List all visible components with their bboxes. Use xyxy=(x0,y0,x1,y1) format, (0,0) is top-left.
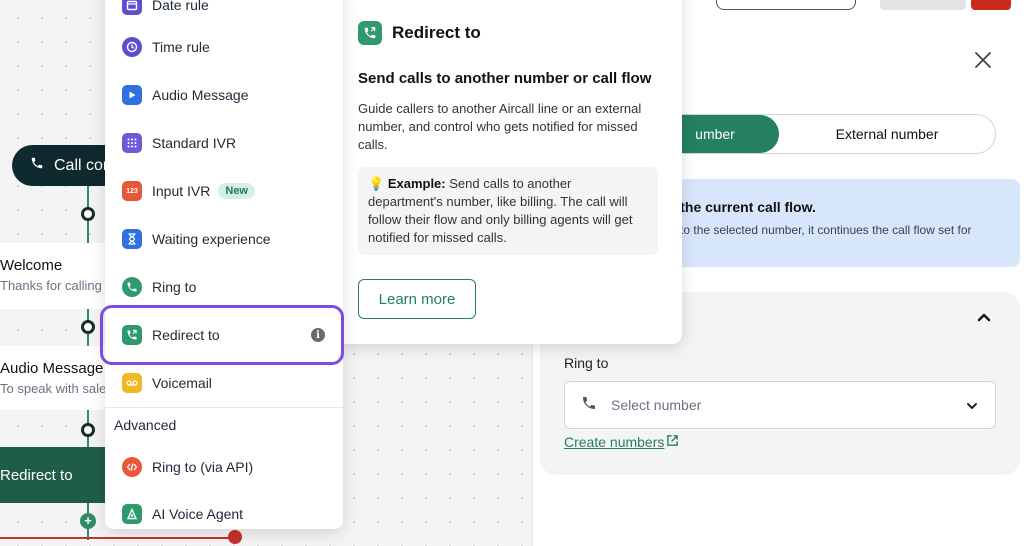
menu-item-voicemail[interactable]: Voicemail xyxy=(105,363,343,403)
info-banner: ds the current call flow. ent to the sel… xyxy=(650,179,1020,267)
phone-icon xyxy=(30,156,44,175)
popover-title-text: Redirect to xyxy=(392,23,481,42)
input-123-icon: 123 xyxy=(122,181,142,201)
redirect-info-popover: Redirect to Send calls to another number… xyxy=(335,0,682,344)
flow-node-welcome[interactable]: Welcome Thanks for calling xyxy=(0,243,110,309)
menu-item-label: AI Voice Agent xyxy=(152,506,244,522)
chevron-up-icon[interactable] xyxy=(975,311,993,325)
menu-item-ring-to-api[interactable]: Ring to (via API) xyxy=(105,447,343,487)
redirect-icon xyxy=(358,21,382,45)
example-label: Example: xyxy=(387,176,446,191)
flow-node-title: Redirect to xyxy=(0,466,73,484)
create-numbers-label: Create numbers xyxy=(564,434,665,450)
header-secondary-button[interactable] xyxy=(716,0,856,10)
popover-heading: Send calls to another number or call flo… xyxy=(358,70,652,87)
menu-item-ai-voice-agent[interactable]: AI Voice Agent xyxy=(105,494,343,534)
call-start-label: Call con xyxy=(54,156,112,174)
voicemail-icon xyxy=(122,373,142,393)
menu-item-label: Ring to (via API) xyxy=(152,459,254,475)
chevron-down-icon xyxy=(965,399,979,418)
step-type-menu: Date rule Time rule Audio Message Standa… xyxy=(105,0,343,529)
flow-node-subtitle: To speak with sale xyxy=(0,381,107,396)
popover-description: Guide callers to another Aircall line or… xyxy=(358,101,642,152)
ring-to-label: Ring to xyxy=(564,355,609,371)
selected-item-highlight xyxy=(100,305,344,365)
create-numbers-link[interactable]: Create numbers xyxy=(564,434,679,450)
add-step-button[interactable]: + xyxy=(80,513,96,529)
header-primary-button[interactable] xyxy=(971,0,1011,10)
header-gray-button[interactable] xyxy=(880,0,966,10)
flow-node-audio-message[interactable]: Audio Message To speak with sale xyxy=(0,346,110,410)
flow-node-subtitle: Thanks for calling xyxy=(0,278,102,293)
number-select[interactable]: Select number xyxy=(564,381,996,429)
keypad-icon xyxy=(122,133,142,153)
menu-section-heading: Advanced xyxy=(114,417,177,433)
hourglass-icon xyxy=(122,229,142,249)
code-icon xyxy=(122,457,142,477)
clock-icon xyxy=(122,37,142,57)
connector-dot xyxy=(81,320,95,334)
phone-icon xyxy=(581,395,597,416)
menu-item-audio-message[interactable]: Audio Message xyxy=(105,75,343,115)
lightbulb-icon: 💡 xyxy=(368,176,385,191)
toggle-external-number[interactable]: External number xyxy=(779,115,995,153)
flow-node-redirect[interactable]: Redirect to xyxy=(0,447,110,503)
ai-agent-icon xyxy=(122,504,142,524)
popover-example: 💡 Example: Send calls to another departm… xyxy=(358,167,658,255)
menu-item-waiting-experience[interactable]: Waiting experience xyxy=(105,219,343,259)
calendar-icon xyxy=(122,0,142,15)
info-banner-text: ent to the selected number, it continues… xyxy=(660,223,972,237)
learn-more-button[interactable]: Learn more xyxy=(358,279,476,319)
menu-item-label: Date rule xyxy=(152,0,209,13)
close-icon[interactable] xyxy=(971,48,995,72)
menu-item-label: Input IVR xyxy=(152,183,211,199)
phone-ring-icon xyxy=(122,277,142,297)
menu-item-label: Time rule xyxy=(152,39,210,55)
play-icon xyxy=(122,85,142,105)
connector-dot xyxy=(81,423,95,437)
menu-item-input-ivr[interactable]: 123 Input IVR New xyxy=(105,171,343,211)
external-link-icon xyxy=(666,434,679,450)
flow-edge-error xyxy=(0,537,235,539)
connector-dot xyxy=(81,207,95,221)
destination-type-toggle[interactable]: umber External number xyxy=(650,114,996,154)
popover-title: Redirect to xyxy=(358,21,481,45)
flow-node-title: Welcome xyxy=(0,257,63,274)
menu-item-label: Standard IVR xyxy=(152,135,237,151)
info-banner-heading: ds the current call flow. xyxy=(660,199,816,215)
menu-item-label: Audio Message xyxy=(152,87,249,103)
menu-item-label: Voicemail xyxy=(152,375,212,391)
flow-node-title: Audio Message xyxy=(0,360,104,377)
menu-item-ring-to[interactable]: Ring to xyxy=(105,267,343,307)
new-badge: New xyxy=(218,183,255,199)
menu-item-date-rule[interactable]: Date rule xyxy=(105,0,343,25)
menu-divider xyxy=(105,407,343,408)
menu-item-label: Ring to xyxy=(152,279,197,295)
menu-item-standard-ivr[interactable]: Standard IVR xyxy=(105,123,343,163)
menu-item-time-rule[interactable]: Time rule xyxy=(105,27,343,67)
menu-item-label: Waiting experience xyxy=(152,231,271,247)
select-placeholder: Select number xyxy=(611,397,702,413)
